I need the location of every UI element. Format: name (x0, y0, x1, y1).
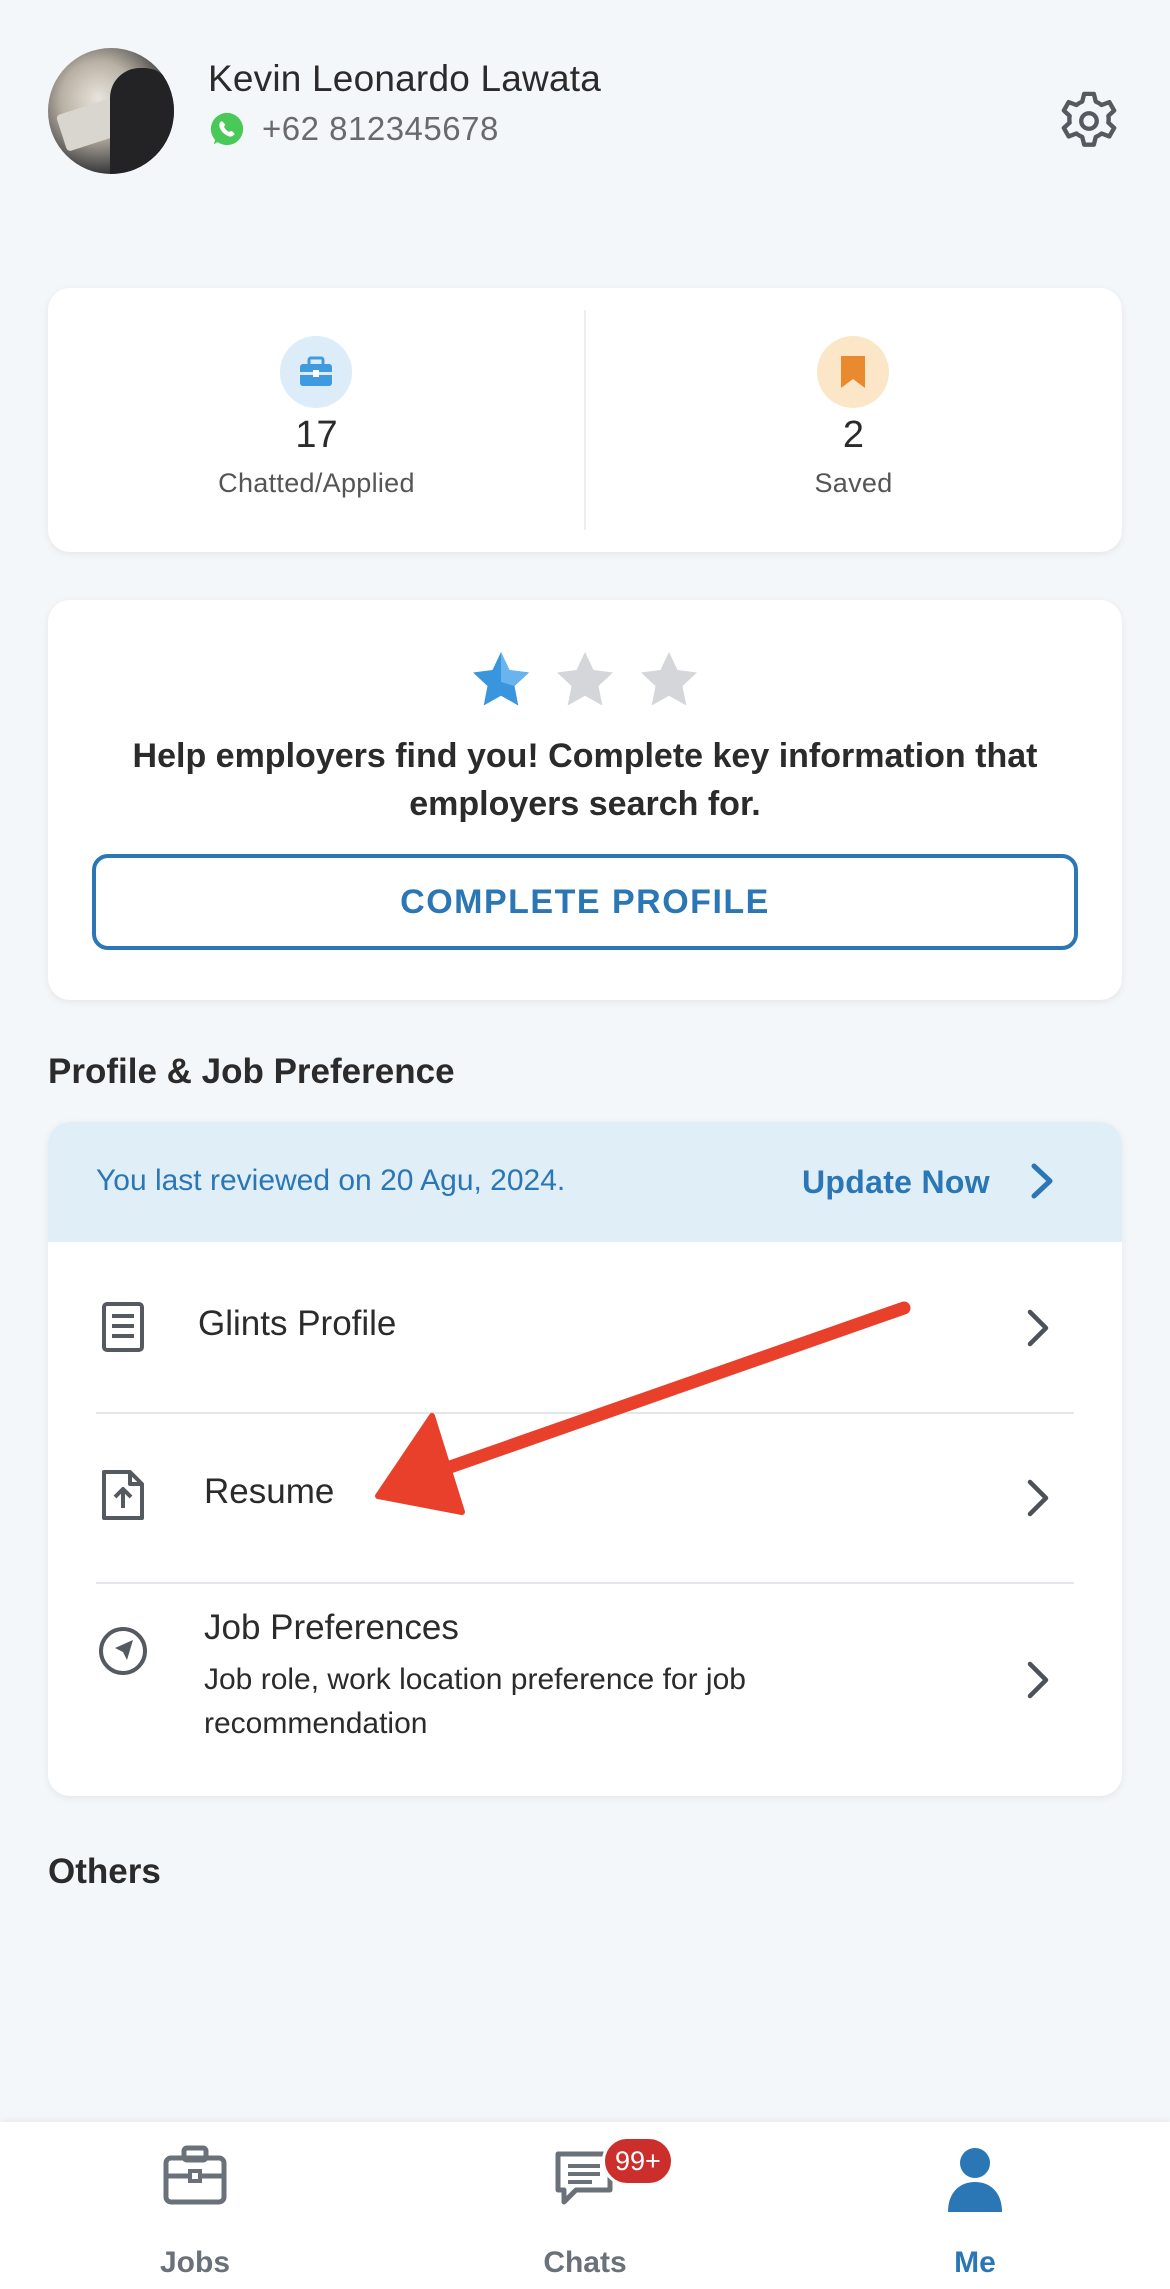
phone-number: +62 812345678 (262, 110, 499, 147)
avatar[interactable] (48, 48, 174, 174)
stats-card: 17 Chatted/Applied 2 Saved (48, 288, 1122, 552)
list-item-glints-profile[interactable]: Glints Profile (48, 1242, 1122, 1412)
stat-value: 2 (842, 414, 865, 456)
list-item-title: Glints Profile (198, 1304, 397, 1343)
chevron-right-icon (1027, 1661, 1049, 1699)
complete-profile-card: Help employers find you! Complete key in… (48, 600, 1122, 1000)
update-now-link[interactable]: Update Now (802, 1164, 990, 1201)
review-bar[interactable]: You last reviewed on 20 Agu, 2024. Updat… (48, 1122, 1122, 1242)
complete-profile-button[interactable]: COMPLETE PROFILE (92, 854, 1078, 950)
nav-label: Chats (543, 2246, 627, 2279)
bottom-nav: Jobs 99+ Chats Me (0, 2122, 1170, 2289)
chevron-right-icon (1027, 1309, 1049, 1347)
list-item-job-preferences[interactable]: Job Preferences Job role, work location … (48, 1584, 1122, 1796)
person-icon (948, 2148, 1002, 2212)
star-empty-icon (557, 652, 613, 706)
section-title-profile-preference: Profile & Job Preference (48, 1052, 455, 1091)
bookmark-icon (841, 356, 865, 388)
bookmark-icon-badge (817, 336, 889, 408)
unread-badge: 99+ (602, 2136, 674, 2186)
stat-value: 17 (295, 414, 338, 456)
stat-label: Saved (814, 468, 893, 498)
list-item-subtitle: Job role, work location preference for j… (204, 1663, 746, 1740)
star-empty-icon (641, 652, 697, 706)
nav-item-me[interactable]: Me (780, 2122, 1170, 2289)
avatar-person (110, 68, 174, 174)
nav-item-chats[interactable]: 99+ Chats (390, 2122, 780, 2289)
file-upload-icon (102, 1470, 144, 1520)
gear-icon[interactable] (1058, 90, 1120, 152)
chevron-right-icon (1027, 1479, 1049, 1517)
list-item-title: Job Preferences (204, 1608, 459, 1647)
stat-chatted-applied[interactable]: 17 Chatted/Applied (48, 288, 585, 552)
nav-item-jobs[interactable]: Jobs (0, 2122, 390, 2289)
briefcase-icon (300, 356, 332, 386)
whatsapp-icon (210, 112, 244, 146)
phone-row: +62 812345678 (208, 110, 499, 148)
star-filled-icon (473, 652, 529, 706)
nav-label: Jobs (159, 2246, 231, 2279)
section-title-others: Others (48, 1852, 161, 1891)
briefcase-icon (163, 2145, 227, 2205)
stat-saved[interactable]: 2 Saved (585, 288, 1122, 552)
complete-profile-message: Help employers find you! Complete key in… (132, 737, 1038, 823)
list-item-title: Resume (204, 1472, 335, 1511)
user-name: Kevin Leonardo Lawata (208, 58, 601, 99)
briefcase-icon-badge (280, 336, 352, 408)
profile-page: Kevin Leonardo Lawata +62 812345678 17 C… (0, 0, 1170, 2289)
profile-preference-card: You last reviewed on 20 Agu, 2024. Updat… (48, 1122, 1122, 1796)
document-icon (102, 1302, 144, 1352)
compass-icon (99, 1627, 147, 1675)
list-item-resume[interactable]: Resume (48, 1414, 1122, 1582)
chevron-right-icon (1031, 1163, 1053, 1199)
profile-strength-stars (48, 648, 1122, 712)
nav-label: Me (954, 2246, 996, 2279)
stat-label: Chatted/Applied (218, 468, 415, 498)
last-reviewed-text: You last reviewed on 20 Agu, 2024. (96, 1164, 566, 1197)
